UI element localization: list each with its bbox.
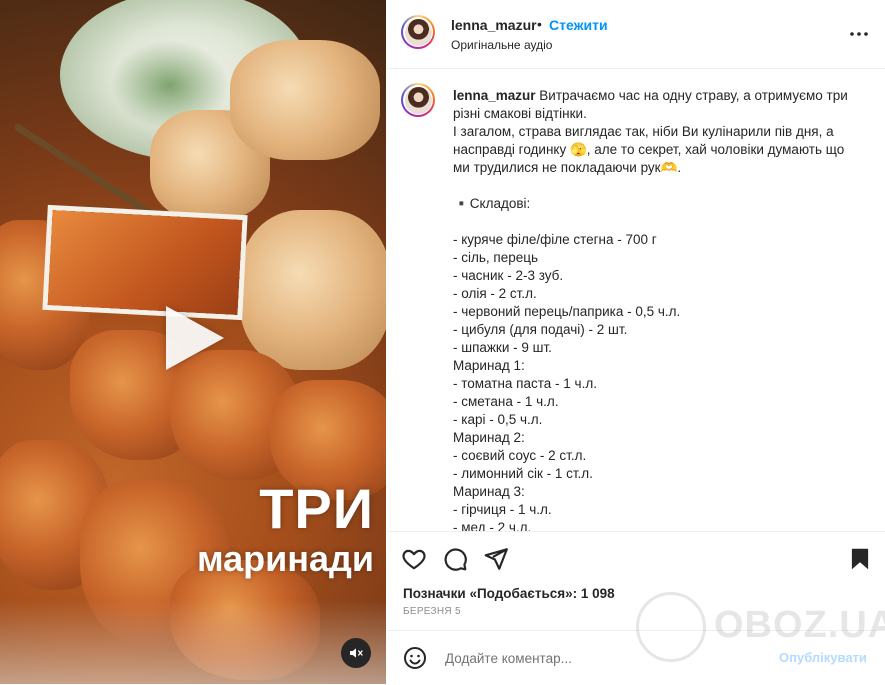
action-bar [387,531,885,582]
food-piece [240,210,386,370]
parchment-paper [0,600,386,684]
ingredient-line: - лимонний сік - 1 ст.л. [453,466,593,481]
ingredient-line: Маринад 3: [453,484,525,499]
ingredient-line: - соєвий соус - 2 ст.л. [453,448,587,463]
bookmark-icon[interactable] [847,546,873,572]
profile-photo [404,86,432,114]
video-overlay-title: ТРИ [259,477,374,540]
more-horizontal-icon[interactable] [847,22,871,46]
video-overlay-subtitle: маринади [196,538,374,579]
ingredient-line: - червоний перець/паприка - 0,5 ч.л. [453,304,681,319]
heart-icon[interactable] [401,546,427,572]
caption-username[interactable]: lenna_mazur [453,88,536,103]
share-icon[interactable] [483,546,509,572]
ingredients-list: - куряче філе/філе стегна - 700 г - сіль,… [453,231,863,531]
post-header: lenna_mazur • Стежити Оригінальне аудіо [387,0,885,69]
comment-input[interactable] [443,645,767,671]
ingredient-line: Маринад 1: [453,358,525,373]
ingredient-line: Маринад 2: [453,430,525,445]
post-details-panel: lenna_mazur • Стежити Оригінальне аудіо … [387,0,885,684]
avatar[interactable] [401,15,435,49]
ingredient-line: - часник - 2-3 зуб. [453,268,564,283]
ingredient-line: - олія - 2 ст.л. [453,286,537,301]
ingredient-line: - томатна паста - 1 ч.л. [453,376,597,391]
follow-button[interactable]: Стежити [549,17,608,33]
post-caption: lenna_mazur Витрачаємо час на одну страв… [453,87,863,531]
caption-line: І загалом, страва виглядає так, ніби Ви … [453,124,845,175]
ingredient-line: - мед - 2 ч.л. [453,520,532,531]
separator-dot: • [537,16,542,32]
torn-photo-inset [47,210,243,315]
ingredient-line: - цибуля (для подачі) - 2 шт. [453,322,628,337]
ingredient-line: - карі - 0,5 ч.л. [453,412,543,427]
comment-icon[interactable] [442,546,468,572]
emoji-icon[interactable] [403,646,427,670]
publish-button[interactable]: Опублікувати [779,650,867,665]
profile-photo [404,18,432,46]
likes-count[interactable]: Позначки «Подобається»: 1 098 [403,586,615,601]
audio-link[interactable]: Оригінальне аудіо [451,38,552,52]
ingredient-line: - сіль, перець [453,250,539,265]
ingredient-line: - сметана - 1 ч.л. [453,394,559,409]
speaker-muted-icon[interactable] [341,638,371,668]
ingredient-line: - гірчиця - 1 ч.л. [453,502,552,517]
ingredient-line: - шпажки - 9 шт. [453,340,552,355]
food-piece [230,40,380,160]
ingredients-title: ▪️Складові: [453,196,531,211]
caption-avatar[interactable] [401,83,435,117]
post-date[interactable]: БЕРЕЗНЯ 5 [403,606,461,617]
post-media[interactable]: ТРИ маринади [0,0,386,684]
caption-scroll-area[interactable]: lenna_mazur Витрачаємо час на одну страв… [387,69,885,531]
play-icon[interactable] [166,306,224,370]
comment-bar: Опублікувати [387,630,885,685]
ingredient-line: - куряче філе/філе стегна - 700 г [453,232,657,247]
header-username[interactable]: lenna_mazur [451,17,537,33]
